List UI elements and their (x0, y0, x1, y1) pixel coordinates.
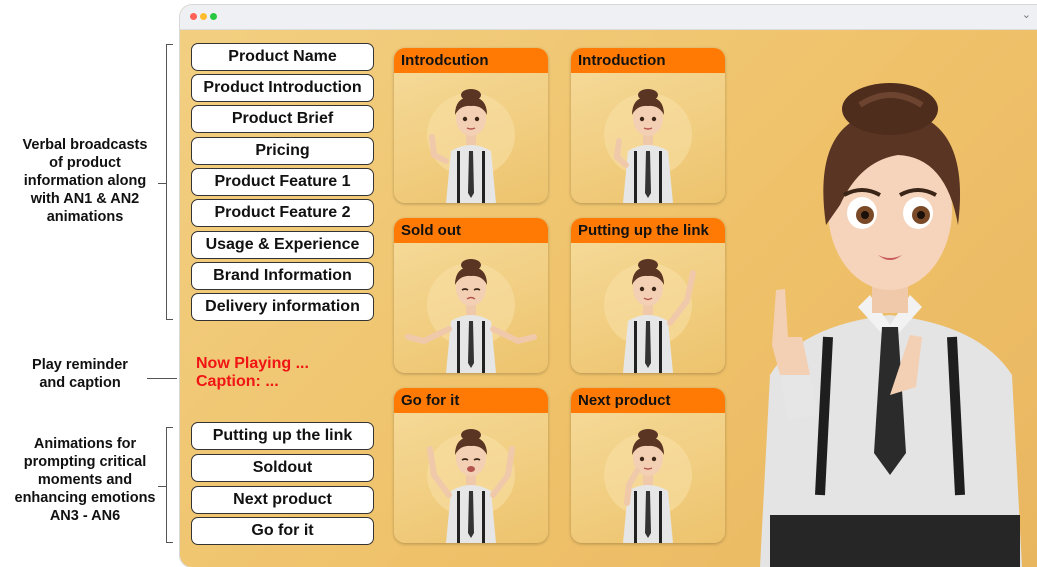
card-title: Introdcution (394, 48, 548, 73)
product-introduction-button[interactable]: Product Introduction (191, 74, 374, 102)
card-title: Sold out (394, 218, 548, 243)
annotation-prompting: Animations for prompting critical moment… (14, 436, 156, 524)
bracket-verbal (166, 44, 173, 320)
card-title: Next product (571, 388, 725, 413)
chevron-down-icon[interactable]: ⌄ (1022, 8, 1031, 21)
animation-card-putting-up-link[interactable]: Putting up the link (571, 218, 725, 373)
now-playing-text: Now Playing ... (196, 355, 309, 372)
animation-card-introduction-2[interactable]: Introduction (571, 48, 725, 203)
delivery-information-button[interactable]: Delivery information (191, 293, 374, 321)
presenter-avatar (760, 83, 1022, 567)
avatar-thumbnail (604, 429, 692, 543)
avatar-raised-hand (772, 289, 810, 375)
annotation-reminder: Play reminder and caption (32, 357, 128, 391)
pricing-button[interactable]: Pricing (191, 137, 374, 165)
animation-card-introduction-1[interactable]: Introdcution (394, 48, 548, 203)
maximize-window-icon[interactable] (210, 13, 217, 20)
avatar-thumbnail (427, 89, 515, 203)
product-name-button[interactable]: Product Name (191, 43, 374, 71)
brand-information-button[interactable]: Brand Information (191, 262, 374, 290)
caption-text: Caption: ... (196, 373, 279, 390)
go-for-it-button[interactable]: Go for it (191, 517, 374, 545)
bracket-prompting (166, 427, 173, 543)
annotation-verbal: Verbal broadcasts of product information… (22, 137, 148, 225)
bracket-tick (158, 183, 166, 184)
title-bar: ⌄ (180, 5, 1037, 30)
avatar-thumbnail (405, 259, 537, 373)
animation-card-sold-out[interactable]: Sold out (394, 218, 548, 373)
animation-card-next-product[interactable]: Next product (571, 388, 725, 543)
product-feature-1-button[interactable]: Product Feature 1 (191, 168, 374, 196)
reminder-connector (147, 378, 177, 379)
minimize-window-icon[interactable] (200, 13, 207, 20)
card-title: Putting up the link (571, 218, 725, 243)
card-title: Introduction (571, 48, 725, 73)
avatar-thumbnail (604, 259, 696, 373)
app-window: ⌄ Product Name Product Introduction Prod… (180, 5, 1037, 567)
avatar-thumbnail (604, 89, 692, 203)
avatar-thumbnail (427, 429, 515, 543)
next-product-button[interactable]: Next product (191, 486, 374, 514)
close-window-icon[interactable] (190, 13, 197, 20)
bracket-tick (158, 486, 166, 487)
soldout-button[interactable]: Soldout (191, 454, 374, 482)
product-brief-button[interactable]: Product Brief (191, 105, 374, 133)
card-title: Go for it (394, 388, 548, 413)
putting-up-link-button[interactable]: Putting up the link (191, 422, 374, 450)
animation-card-go-for-it[interactable]: Go for it (394, 388, 548, 543)
usage-experience-button[interactable]: Usage & Experience (191, 231, 374, 259)
product-feature-2-button[interactable]: Product Feature 2 (191, 199, 374, 227)
